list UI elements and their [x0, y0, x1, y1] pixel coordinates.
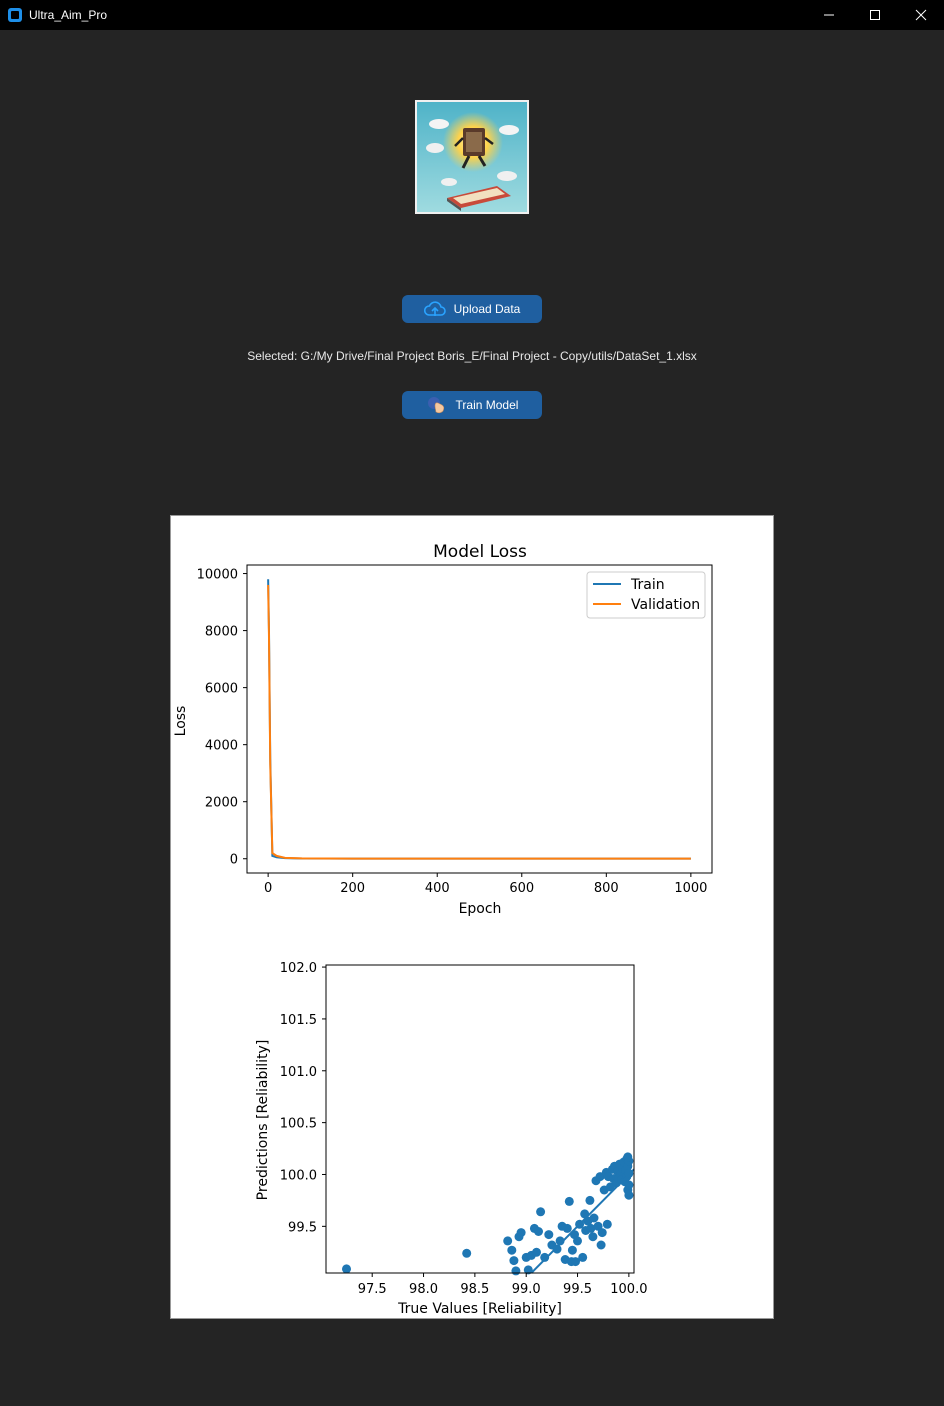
maximize-button[interactable]	[852, 0, 898, 30]
cloud-upload-icon	[423, 299, 446, 319]
loss-legend: Train Validation	[586, 571, 706, 619]
results-panel: Model Loss 0 200 400 600 800 1000 0 2000 4000 600…	[170, 515, 774, 1319]
scatter-y-tick-label: 101.5	[280, 1013, 317, 1028]
scatter-x-tick-label: 99.5	[563, 1282, 592, 1297]
loss-y-tick-label: 0	[230, 853, 238, 868]
scatter-point	[507, 1245, 517, 1255]
scatter-y-tick-label: 102.0	[280, 961, 317, 976]
app-logo	[415, 100, 529, 214]
scatter-point	[544, 1230, 554, 1240]
upload-data-button[interactable]: Upload Data	[402, 295, 542, 323]
scatter-point	[588, 1232, 598, 1242]
scatter-point	[573, 1236, 582, 1246]
loss-y-tick-label: 10000	[197, 568, 238, 583]
scatter-point	[567, 1245, 577, 1255]
scatter-x-tick-label: 99.0	[512, 1282, 541, 1297]
loss-chart-title: Model Loss	[433, 542, 527, 562]
close-icon	[915, 9, 927, 21]
loss-x-tick-label: 0	[264, 881, 272, 896]
scatter-point	[532, 1247, 541, 1257]
scatter-x-tick-label: 97.5	[358, 1282, 387, 1297]
train-model-button[interactable]: Train Model	[402, 391, 542, 419]
train-model-label: Train Model	[455, 398, 519, 412]
scatter-point	[562, 1223, 572, 1233]
maximize-icon	[870, 10, 880, 20]
scatter-point	[342, 1264, 351, 1274]
scatter-point	[585, 1195, 595, 1205]
upload-data-label: Upload Data	[453, 302, 521, 316]
window-title: Ultra_Aim_Pro	[29, 8, 108, 22]
window-controls	[806, 0, 944, 30]
validation-loss-line	[267, 584, 691, 860]
scatter-point	[564, 1196, 574, 1206]
scatter-point	[536, 1207, 546, 1217]
app-icon	[8, 8, 22, 22]
close-button[interactable]	[898, 0, 944, 30]
loss-x-tick-label: 600	[509, 881, 534, 896]
loss-y-axis-label: Loss	[173, 706, 189, 737]
scatter-y-tick-label: 99.5	[288, 1220, 317, 1235]
loss-y-tick-label: 2000	[205, 796, 238, 811]
scatter-x-tick-label: 98.5	[460, 1282, 489, 1297]
scatter-y-tick-label: 100.5	[280, 1117, 317, 1132]
hand-pointer-icon	[426, 395, 448, 415]
logo-illustration	[417, 102, 527, 212]
legend-train-label: Train	[630, 577, 665, 593]
legend-validation-label: Validation	[631, 597, 700, 613]
scatter-point	[534, 1227, 543, 1236]
scatter-point	[511, 1266, 521, 1276]
scatter-y-tick-label: 100.0	[280, 1168, 317, 1183]
prediction-scatter-chart: 97.5 98.0 98.5 99.0 99.5 100.0 99.5 100.0 100.5 1…	[255, 961, 647, 1317]
loss-x-tick-label: 1000	[674, 881, 707, 896]
scatter-point	[602, 1219, 612, 1229]
minimize-button[interactable]	[806, 0, 852, 30]
scatter-y-axis-label: Predictions [Reliability]	[255, 1040, 271, 1201]
scatter-point	[597, 1228, 607, 1238]
loss-y-tick-label: 6000	[205, 682, 238, 697]
scatter-point	[516, 1228, 526, 1238]
scatter-point	[589, 1213, 599, 1223]
loss-y-tick-label: 8000	[205, 625, 238, 640]
scatter-x-tick-label: 100.0	[610, 1282, 647, 1297]
title-bar: Ultra_Aim_Pro	[0, 0, 944, 30]
scatter-point	[623, 1152, 633, 1162]
loss-x-tick-label: 200	[340, 881, 365, 896]
scatter-y-tick-label: 101.0	[280, 1065, 317, 1080]
scatter-point	[624, 1180, 634, 1190]
scatter-x-tick-label: 98.0	[409, 1282, 438, 1297]
loss-x-tick-label: 400	[425, 881, 450, 896]
scatter-point	[462, 1248, 472, 1258]
scatter-point	[509, 1256, 519, 1266]
loss-x-tick-label: 800	[594, 881, 619, 896]
scatter-point	[578, 1252, 588, 1262]
minimize-icon	[824, 14, 834, 16]
loss-x-axis-label: Epoch	[459, 901, 502, 917]
loss-y-tick-label: 4000	[205, 739, 238, 754]
loss-chart: Model Loss 0 200 400 600 800 1000020004000600…	[173, 542, 713, 917]
scatter-point	[596, 1240, 606, 1250]
train-loss-line	[267, 579, 691, 860]
scatter-x-axis-label: True Values [Reliability]	[397, 1301, 562, 1317]
selected-file-label: Selected: G:/My Drive/Final Project Bori…	[247, 349, 697, 363]
scatter-point	[503, 1236, 513, 1246]
scatter-point	[624, 1190, 634, 1200]
